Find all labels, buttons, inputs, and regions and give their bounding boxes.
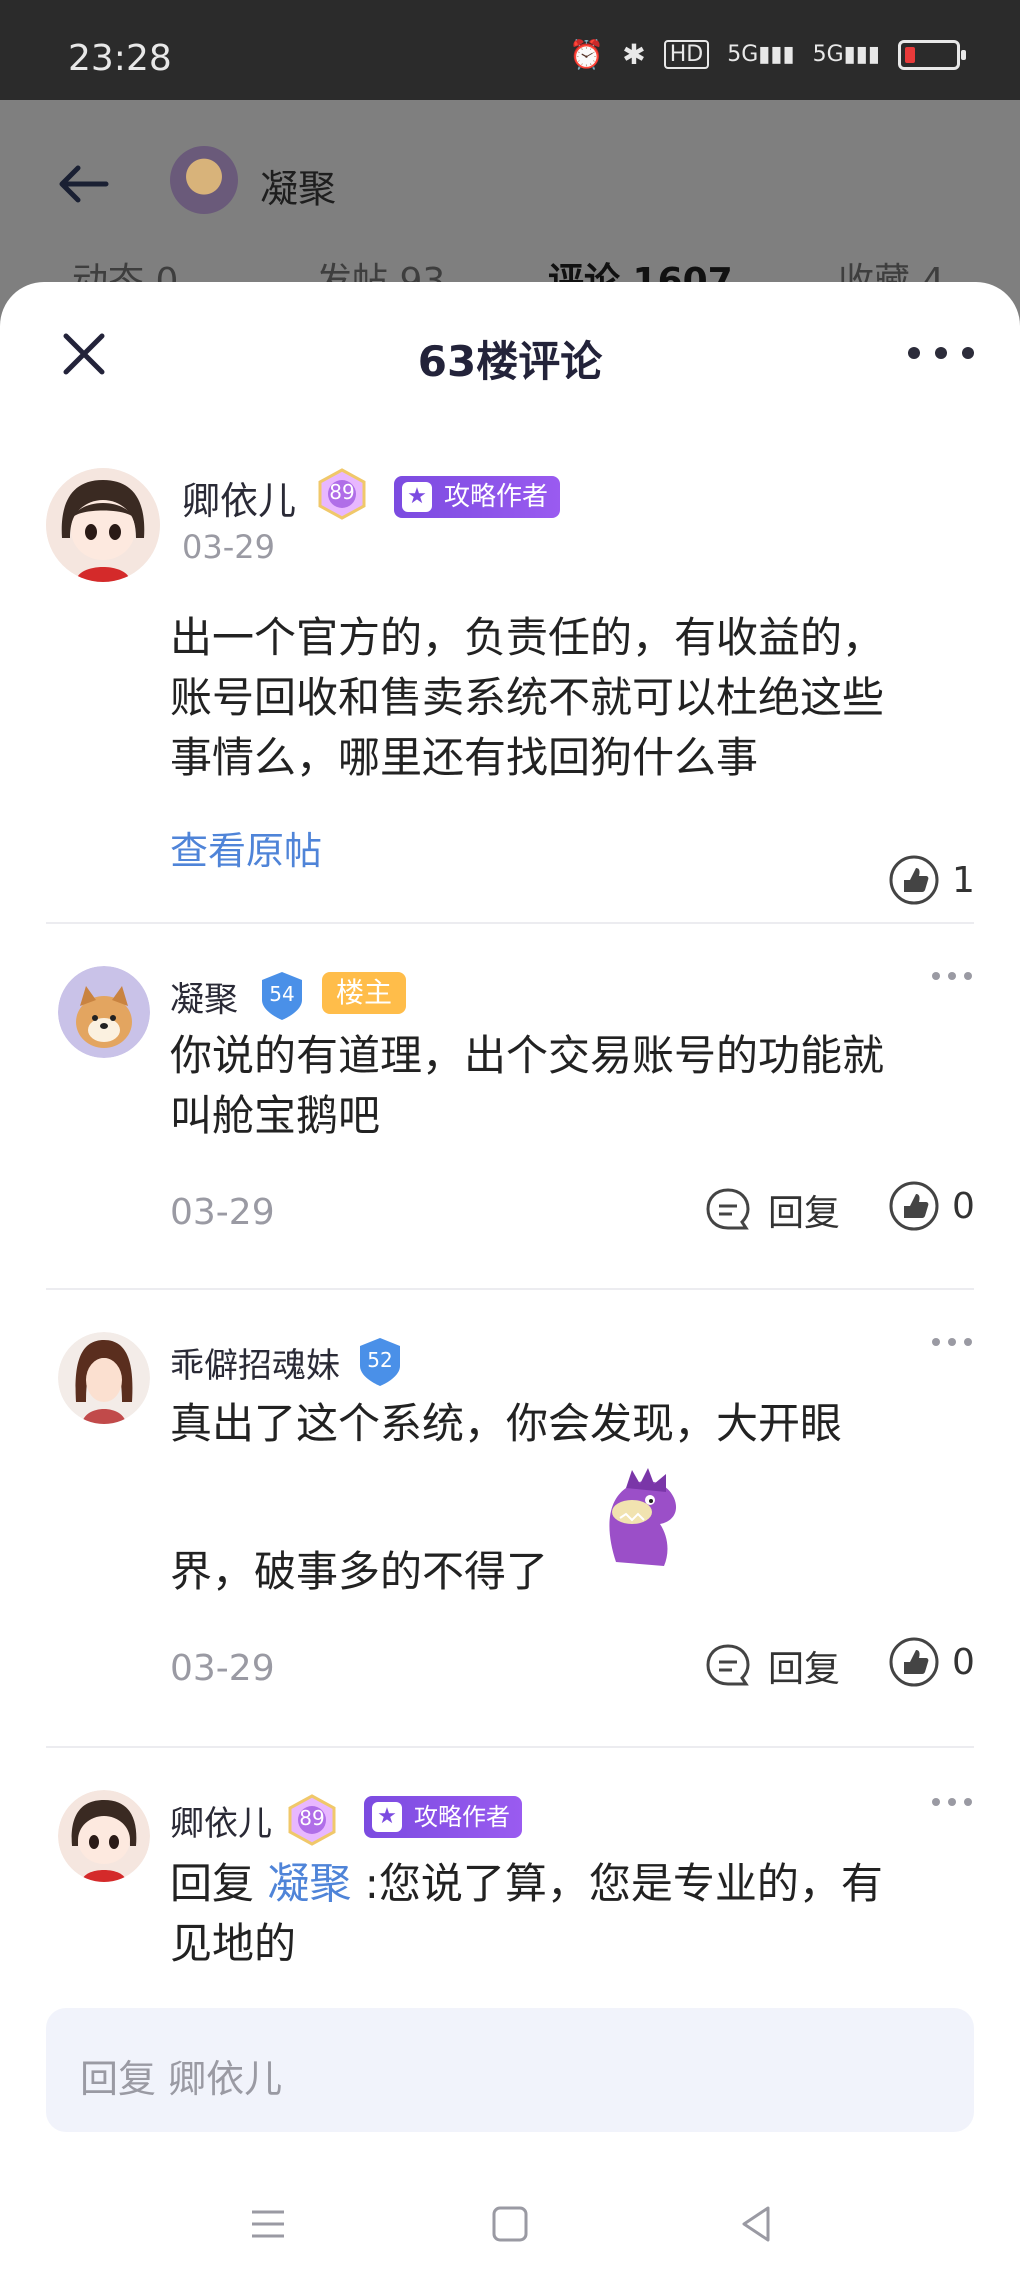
comment-line: 出一个官方的，负责任的，有收益的， <box>170 613 885 662</box>
dog-avatar-icon <box>58 966 150 1058</box>
level-number: 54 <box>269 982 295 1006</box>
reply-bubble-icon <box>706 1644 750 1686</box>
like-count: 1 <box>952 859 975 901</box>
reply-line: 见地的 <box>170 1919 297 1968</box>
reply-input-placeholder: 回复 卿依儿 <box>80 2057 283 2101</box>
status-icons: ⏰ ✱ HD 5G▮▮▮ 5G▮▮▮ <box>569 38 966 71</box>
reply-line: 真出了这个系统，你会发现，大开眼 <box>170 1399 843 1448</box>
avatar[interactable] <box>46 468 160 582</box>
status-time: 23:28 <box>68 38 172 79</box>
reply-label: 回复 <box>768 1193 841 1234</box>
dinosaur-sticker-icon <box>609 1468 677 1566</box>
reply-author[interactable]: 卿依儿 <box>170 1796 272 1845</box>
reply-text: :您说了算，您是专业的，有 <box>364 1859 883 1908</box>
reply-button[interactable]: 回复 <box>704 1184 840 1236</box>
reply-line: 你说的有道理，出个交易账号的功能就 <box>170 1031 885 1080</box>
reply-body: 你说的有道理，出个交易账号的功能就 叫舱宝鹅吧 <box>170 1026 884 1146</box>
profile-name: 凝聚 <box>260 167 337 211</box>
thumbs-up-icon <box>889 1181 939 1231</box>
comment-date: 03-29 <box>182 528 275 566</box>
system-nav-bar <box>0 2172 1020 2278</box>
avatar[interactable] <box>58 1332 150 1424</box>
reply-author[interactable]: 乖僻招魂妹 <box>170 1338 340 1387</box>
reply-body: 真出了这个系统，你会发现，大开眼 <box>170 1394 842 1454</box>
reply-more-button[interactable] <box>932 972 972 982</box>
star-icon: ★ <box>402 482 432 512</box>
level-number: 89 <box>329 480 355 504</box>
thumbs-up-icon <box>889 855 939 905</box>
author-tag-label: 攻略作者 <box>444 482 549 512</box>
back-icon[interactable] <box>732 2200 780 2248</box>
reply-prefix: 回复 <box>170 1859 255 1908</box>
hd-icon: HD <box>663 40 710 69</box>
host-tag: 楼主 <box>322 972 407 1014</box>
back-arrow-icon[interactable] <box>52 152 116 216</box>
status-bar: 23:28 ⏰ ✱ HD 5G▮▮▮ 5G▮▮▮ <box>0 0 1020 100</box>
girl-avatar-icon <box>58 1332 150 1424</box>
author-tag: ★ 攻略作者 <box>364 1796 522 1838</box>
level-number: 52 <box>367 1348 393 1372</box>
star-icon: ★ <box>372 1802 402 1832</box>
comment-line: 账号回收和售卖系统不就可以杜绝这些 <box>170 673 885 722</box>
level-number: 89 <box>299 1806 325 1830</box>
girl-avatar-icon <box>58 1790 150 1882</box>
divider <box>46 1288 974 1290</box>
alarm-icon: ⏰ <box>569 38 605 71</box>
reply-body: 界，破事多的不得了 <box>170 1542 548 1602</box>
comment-line: 事情么，哪里还有找回狗什么事 <box>170 733 759 782</box>
bluetooth-icon: ✱ <box>622 38 646 71</box>
home-icon[interactable] <box>486 2200 534 2248</box>
author-tag: ★ 攻略作者 <box>394 476 561 518</box>
menu-icon[interactable] <box>244 2200 292 2248</box>
comment-body: 出一个官方的，负责任的，有收益的， 账号回收和售卖系统不就可以杜绝这些 事情么，… <box>170 608 884 788</box>
comment-author[interactable]: 卿依儿 <box>182 470 296 525</box>
reply-label: 回复 <box>768 1649 841 1690</box>
avatar[interactable] <box>58 1790 150 1882</box>
mention-link[interactable]: 凝聚 <box>267 1859 351 1908</box>
reply-line: 界，破事多的不得了 <box>170 1547 549 1596</box>
author-tag-label: 攻略作者 <box>414 1803 510 1831</box>
girl-avatar-icon <box>46 468 160 582</box>
reply-body: 回复 凝聚 :您说了算，您是专业的，有 见地的 <box>170 1854 883 1974</box>
comment-sheet: 63楼评论 卿依儿 89 ★ 攻略作者 03-29 出一个官方的，负责任的，有收… <box>0 282 1020 2278</box>
more-options-button[interactable] <box>908 338 974 368</box>
avatar[interactable] <box>170 146 238 214</box>
divider <box>46 1746 974 1748</box>
reply-input[interactable]: 回复 卿依儿 <box>46 2008 974 2132</box>
reply-line: 叫舱宝鹅吧 <box>170 1091 381 1140</box>
like-button[interactable]: 0 <box>888 1636 975 1688</box>
like-count: 0 <box>952 1185 975 1227</box>
reply-line: 回复 凝聚 :您说了算，您是专业的，有 <box>170 1854 883 1914</box>
battery-low-icon <box>898 39 966 70</box>
reply-more-button[interactable] <box>932 1798 972 1808</box>
avatar[interactable] <box>58 966 150 1058</box>
reply-more-button[interactable] <box>932 1338 972 1348</box>
sheet-title: 63楼评论 <box>417 337 603 386</box>
reply-button[interactable]: 回复 <box>704 1640 840 1692</box>
like-button[interactable]: 1 <box>888 854 975 906</box>
reply-bubble-icon <box>706 1188 750 1230</box>
view-original-link[interactable]: 查看原帖 <box>170 820 322 875</box>
5g-signal-icon: 5G▮▮▮ <box>812 42 880 67</box>
thumbs-up-icon <box>889 1637 939 1687</box>
divider <box>46 922 974 924</box>
reply-date: 03-29 <box>170 1192 275 1233</box>
like-button[interactable]: 0 <box>888 1180 975 1232</box>
reply-date: 03-29 <box>170 1648 275 1689</box>
5g-signal-icon: 5G▮▮▮ <box>727 42 795 67</box>
like-count: 0 <box>952 1641 975 1683</box>
reply-author[interactable]: 凝聚 <box>170 972 238 1021</box>
